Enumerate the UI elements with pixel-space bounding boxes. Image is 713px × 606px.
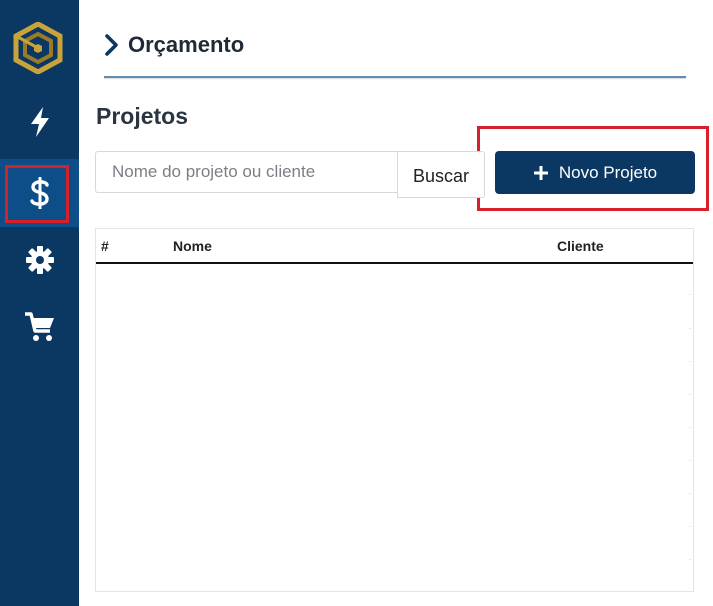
- section-title: Projetos: [96, 103, 189, 129]
- column-header-name[interactable]: Nome: [173, 238, 212, 254]
- gear-icon: [25, 246, 54, 274]
- column-header-number[interactable]: #: [101, 238, 109, 254]
- new-project-button[interactable]: Novo Projeto: [495, 151, 695, 194]
- new-project-label: Novo Projeto: [558, 162, 658, 182]
- page-title-text: Orçamento: [128, 32, 245, 57]
- search-input[interactable]: [95, 151, 398, 193]
- row-separator: [689, 328, 691, 329]
- search-button[interactable]: Buscar: [397, 151, 485, 198]
- column-header-client[interactable]: Cliente: [557, 238, 604, 254]
- table-header: # Nome Cliente: [96, 229, 693, 264]
- title-divider: [104, 76, 686, 78]
- dollar-icon: [29, 177, 49, 209]
- cart-icon: [24, 312, 54, 341]
- row-separator: [689, 394, 691, 395]
- plus-icon: [533, 165, 548, 180]
- row-separator: [689, 361, 691, 362]
- row-separator: [689, 559, 691, 560]
- sidebar-item-activity[interactable]: [0, 88, 79, 156]
- sidebar-item-cart[interactable]: [0, 293, 79, 361]
- sidebar-item-budget[interactable]: [0, 159, 79, 227]
- gold-shield-logo[interactable]: [12, 21, 64, 75]
- sidebar-item-settings[interactable]: [0, 226, 79, 294]
- row-separator: [689, 427, 691, 428]
- row-separator: [689, 460, 691, 461]
- sidebar: [0, 0, 79, 606]
- projects-table: # Nome Cliente: [95, 228, 694, 592]
- page-title: Orçamento: [104, 28, 244, 62]
- row-separator: [689, 294, 691, 295]
- chevron-right-icon: [105, 34, 118, 56]
- row-separator: [689, 493, 691, 494]
- lightning-icon: [30, 107, 49, 137]
- row-separator: [689, 526, 691, 527]
